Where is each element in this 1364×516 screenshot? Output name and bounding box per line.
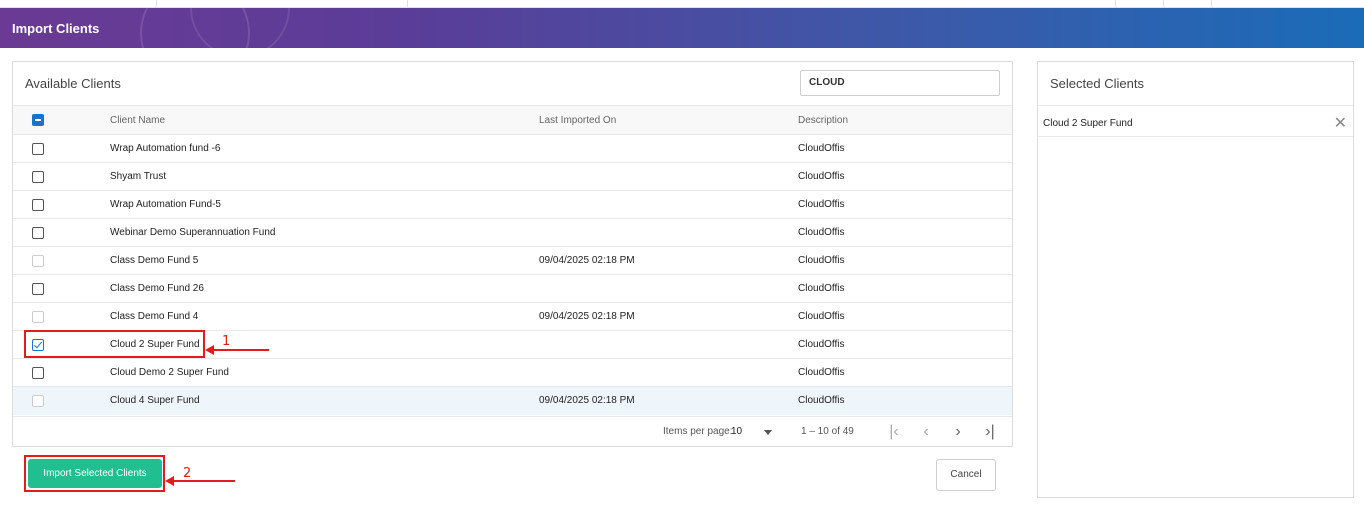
annotation-highlight-box: [24, 330, 205, 358]
table-row: Class Demo Fund 5 09/04/2025 02:18 PM Cl…: [13, 246, 1012, 275]
last-imported-cell: 09/04/2025 02:18 PM: [539, 386, 798, 415]
top-strip: [0, 0, 1364, 8]
chevron-down-icon[interactable]: [764, 430, 772, 435]
page-header: Import Clients: [0, 8, 1364, 48]
description-cell: CloudOffis: [798, 274, 1012, 303]
row-checkbox[interactable]: [32, 282, 44, 295]
table-row[interactable]: Shyam Trust CloudOffis: [13, 162, 1012, 191]
client-name-cell: Class Demo Fund 26: [110, 274, 539, 303]
row-checkbox-disabled: [32, 254, 44, 267]
last-imported-cell: [539, 218, 798, 247]
last-imported-cell: [539, 330, 798, 359]
row-checkbox-disabled: [32, 394, 44, 407]
description-cell: CloudOffis: [798, 218, 1012, 247]
last-imported-cell: [539, 190, 798, 219]
last-imported-cell: [539, 358, 798, 387]
annotation-arrow-line: [172, 480, 235, 482]
close-icon[interactable]: ✕: [1334, 113, 1347, 133]
next-page-icon[interactable]: ›: [947, 421, 969, 443]
last-imported-cell: [539, 274, 798, 303]
description-cell: CloudOffis: [798, 330, 1012, 359]
clients-table: Client Name Last Imported On Description…: [13, 105, 1012, 415]
previous-page-icon[interactable]: ‹: [915, 421, 937, 443]
first-page-icon[interactable]: |‹: [883, 421, 905, 443]
annotation-step-number: 2: [183, 466, 192, 481]
description-cell: CloudOffis: [798, 246, 1012, 275]
client-name-cell: Shyam Trust: [110, 162, 539, 191]
row-checkbox-disabled: [32, 310, 44, 323]
client-name-cell: Webinar Demo Superannuation Fund: [110, 218, 539, 247]
annotation-step-number: 1: [222, 334, 231, 349]
available-clients-title: Available Clients: [25, 76, 121, 91]
table-row[interactable]: Cloud Demo 2 Super Fund CloudOffis: [13, 358, 1012, 387]
description-cell: CloudOffis: [798, 358, 1012, 387]
table-row-hovered: Cloud 4 Super Fund 09/04/2025 02:18 PM C…: [13, 386, 1012, 415]
row-checkbox[interactable]: [32, 226, 44, 239]
row-checkbox[interactable]: [32, 198, 44, 211]
column-header-description[interactable]: Description: [798, 105, 1012, 135]
selected-client-name: Cloud 2 Super Fund: [1043, 118, 1133, 129]
search-input[interactable]: CLOUD: [800, 70, 1000, 96]
table-row: Class Demo Fund 4 09/04/2025 02:18 PM Cl…: [13, 302, 1012, 331]
last-imported-cell: 09/04/2025 02:18 PM: [539, 246, 798, 275]
client-name-cell: Class Demo Fund 4: [110, 302, 539, 331]
selected-clients-panel: Selected Clients Cloud 2 Super Fund ✕: [1037, 61, 1354, 498]
page-range-label: 1 – 10 of 49: [801, 426, 854, 437]
cancel-button[interactable]: Cancel: [936, 459, 996, 491]
selected-clients-title: Selected Clients: [1050, 76, 1144, 91]
table-row[interactable]: Webinar Demo Superannuation Fund CloudOf…: [13, 218, 1012, 247]
client-name-cell: Cloud 4 Super Fund: [110, 386, 539, 415]
last-imported-cell: 09/04/2025 02:18 PM: [539, 302, 798, 331]
paginator: Items per page: 10 1 – 10 of 49 |‹ ‹ › ›…: [13, 416, 1012, 446]
row-checkbox[interactable]: [32, 170, 44, 183]
available-clients-panel: Available Clients CLOUD Client Name Last…: [12, 61, 1013, 447]
items-per-page-label: Items per page:: [663, 426, 733, 437]
items-per-page-select[interactable]: 10: [731, 426, 742, 437]
select-all-checkbox[interactable]: [32, 114, 44, 126]
table-row[interactable]: Wrap Automation Fund-5 CloudOffis: [13, 190, 1012, 219]
client-name-cell: Cloud Demo 2 Super Fund: [110, 358, 539, 387]
row-checkbox[interactable]: [32, 142, 44, 155]
column-header-client-name[interactable]: Client Name: [110, 105, 539, 135]
column-header-last-imported[interactable]: Last Imported On: [539, 105, 798, 135]
description-cell: CloudOffis: [798, 302, 1012, 331]
table-header-row: Client Name Last Imported On Description: [13, 105, 1012, 135]
table-row[interactable]: Class Demo Fund 26 CloudOffis: [13, 274, 1012, 303]
selected-client-item: Cloud 2 Super Fund ✕: [1038, 105, 1353, 137]
description-cell: CloudOffis: [798, 386, 1012, 415]
description-cell: CloudOffis: [798, 134, 1012, 163]
description-cell: CloudOffis: [798, 190, 1012, 219]
row-checkbox[interactable]: [32, 366, 44, 379]
page-title: Import Clients: [12, 21, 100, 36]
import-selected-clients-button[interactable]: Import Selected Clients: [28, 459, 162, 488]
client-name-cell: Wrap Automation Fund-5: [110, 190, 539, 219]
header-decoration: [190, 8, 290, 48]
last-page-icon[interactable]: ›|: [979, 421, 1001, 443]
table-row[interactable]: Wrap Automation fund -6 CloudOffis: [13, 134, 1012, 163]
last-imported-cell: [539, 162, 798, 191]
last-imported-cell: [539, 134, 798, 163]
client-name-cell: Wrap Automation fund -6: [110, 134, 539, 163]
client-name-cell: Class Demo Fund 5: [110, 246, 539, 275]
description-cell: CloudOffis: [798, 162, 1012, 191]
annotation-arrow-line: [212, 349, 269, 351]
